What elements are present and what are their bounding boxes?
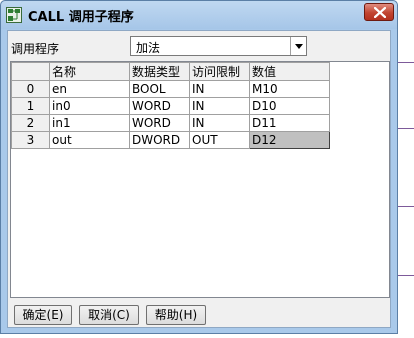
parameter-table[interactable]: 名称 数据类型 访问限制 数值 0 en BOOL IN M10 1 in0 W… <box>10 61 390 298</box>
column-header-name[interactable]: 名称 <box>49 62 130 81</box>
cell-type[interactable]: WORD <box>129 114 190 132</box>
cancel-button[interactable]: 取消(C) <box>79 305 139 325</box>
ok-button[interactable]: 确定(E) <box>14 305 72 325</box>
cell-value-selected[interactable]: D12 <box>249 131 330 149</box>
call-subroutine-dialog: CALL 调用子程序 调用程序 加法 名称 数据类型 访问限制 数值 0 en … <box>0 0 398 334</box>
table-row[interactable]: 2 in1 WORD IN D11 <box>11 114 330 132</box>
column-header-value[interactable]: 数值 <box>249 62 330 81</box>
cell-value[interactable]: D11 <box>249 114 330 132</box>
dropdown-button[interactable] <box>290 37 306 55</box>
cell-access[interactable]: IN <box>189 114 250 132</box>
cell-name[interactable]: out <box>49 131 130 149</box>
table-row[interactable]: 0 en BOOL IN M10 <box>11 80 330 98</box>
program-select-value: 加法 <box>136 41 161 55</box>
cell-value[interactable]: D10 <box>249 97 330 115</box>
program-select[interactable]: 加法 <box>130 36 307 56</box>
window-title: CALL 调用子程序 <box>28 10 134 25</box>
row-index: 1 <box>11 97 50 115</box>
column-header-type[interactable]: 数据类型 <box>129 62 190 81</box>
close-icon <box>374 7 386 18</box>
cell-access[interactable]: IN <box>189 97 250 115</box>
cell-access[interactable]: IN <box>189 80 250 98</box>
help-button[interactable]: 帮助(H) <box>146 305 206 325</box>
cell-name[interactable]: in0 <box>49 97 130 115</box>
column-header-index <box>11 62 50 81</box>
table-row[interactable]: 3 out DWORD OUT D12 <box>11 131 330 149</box>
cell-access[interactable]: OUT <box>189 131 250 149</box>
program-label: 调用程序 <box>11 42 60 56</box>
table-row[interactable]: 1 in0 WORD IN D10 <box>11 97 330 115</box>
close-button[interactable] <box>364 3 394 21</box>
cell-type[interactable]: WORD <box>129 97 190 115</box>
title-bar[interactable]: CALL 调用子程序 <box>1 1 397 29</box>
chevron-down-icon <box>295 44 303 49</box>
cell-name[interactable]: en <box>49 80 130 98</box>
cell-value[interactable]: M10 <box>249 80 330 98</box>
table-header-row: 名称 数据类型 访问限制 数值 <box>11 62 330 81</box>
background-app <box>398 0 414 338</box>
row-index: 2 <box>11 114 50 132</box>
cell-type[interactable]: BOOL <box>129 80 190 98</box>
block-diagram-icon <box>6 7 22 23</box>
row-index: 3 <box>11 131 50 149</box>
cell-name[interactable]: in1 <box>49 114 130 132</box>
cell-type[interactable]: DWORD <box>129 131 190 149</box>
row-index: 0 <box>11 80 50 98</box>
column-header-access[interactable]: 访问限制 <box>189 62 250 81</box>
dialog-body: 调用程序 加法 名称 数据类型 访问限制 数值 0 en BOOL IN M10… <box>7 30 391 328</box>
